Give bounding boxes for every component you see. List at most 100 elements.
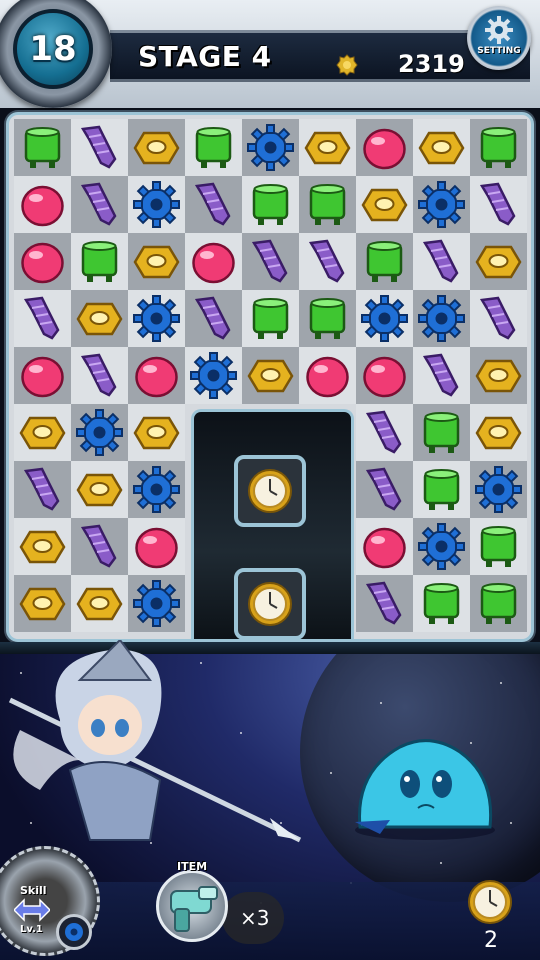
piece-green-canister[interactable] [470,119,527,176]
setting-label: SETTING [477,46,521,56]
piece-purple-screw[interactable] [71,176,128,233]
piece-blue-cog[interactable] [185,347,242,404]
skill-cog-icon [56,914,92,950]
moves-counter: 18 [0,0,112,108]
clock-target-tile[interactable] [234,455,306,527]
skill-level: Lv.1 [20,924,43,935]
piece-red-drop[interactable] [356,347,413,404]
item-button[interactable] [156,870,228,942]
piece-green-canister[interactable] [413,404,470,461]
piece-red-drop[interactable] [299,347,356,404]
piece-purple-screw[interactable] [356,461,413,518]
piece-red-drop[interactable] [128,347,185,404]
piece-green-canister[interactable] [185,119,242,176]
stage-title: STAGE 4 [138,40,272,73]
top-hud: 18 STAGE 4 2319 SETTING [0,0,540,108]
piece-green-canister[interactable] [299,290,356,347]
star [500,682,502,684]
piece-yellow-nut[interactable] [470,404,527,461]
piece-blue-cog[interactable] [413,176,470,233]
piece-green-canister[interactable] [71,233,128,290]
piece-green-canister[interactable] [470,518,527,575]
piece-green-canister[interactable] [413,575,470,632]
piece-yellow-nut[interactable] [128,233,185,290]
piece-green-canister[interactable] [242,290,299,347]
piece-green-canister[interactable] [14,119,71,176]
piece-yellow-nut[interactable] [242,347,299,404]
piece-purple-screw[interactable] [242,233,299,290]
hero-knight-character [8,640,302,843]
piece-yellow-nut[interactable] [470,233,527,290]
piece-green-canister[interactable] [356,233,413,290]
piece-purple-screw[interactable] [71,518,128,575]
piece-blue-cog[interactable] [413,518,470,575]
piece-blue-cog[interactable] [242,119,299,176]
puzzle-board[interactable] [6,112,534,642]
piece-yellow-nut[interactable] [71,290,128,347]
piece-blue-cog[interactable] [356,290,413,347]
piece-green-canister[interactable] [413,461,470,518]
piece-yellow-nut[interactable] [71,575,128,632]
piece-purple-screw[interactable] [185,176,242,233]
piece-blue-cog[interactable] [128,290,185,347]
piece-yellow-nut[interactable] [413,119,470,176]
piece-yellow-nut[interactable] [71,461,128,518]
star [330,772,332,774]
clock-icon [248,469,292,513]
piece-purple-screw[interactable] [413,347,470,404]
piece-purple-screw[interactable] [470,290,527,347]
piece-yellow-nut[interactable] [14,575,71,632]
piece-purple-screw[interactable] [14,461,71,518]
star [380,702,382,704]
piece-yellow-nut[interactable] [14,518,71,575]
item-count: ×3 [240,906,270,930]
piece-red-drop[interactable] [185,233,242,290]
star [440,862,442,864]
piece-purple-screw[interactable] [413,233,470,290]
star [510,822,512,824]
piece-purple-screw[interactable] [71,119,128,176]
piece-red-drop[interactable] [14,347,71,404]
item-label: ITEM [177,860,208,873]
gear-icon [485,16,513,44]
piece-blue-cog[interactable] [71,404,128,461]
blaster-item-icon [170,886,218,932]
moves-left-value: 18 [29,29,77,69]
piece-purple-screw[interactable] [356,404,413,461]
piece-purple-screw[interactable] [185,290,242,347]
piece-green-canister[interactable] [470,575,527,632]
slime-monster [355,739,495,840]
clock-target-tile[interactable] [234,568,306,639]
piece-yellow-nut[interactable] [14,404,71,461]
piece-yellow-nut[interactable] [470,347,527,404]
piece-blue-cog[interactable] [413,290,470,347]
piece-yellow-nut[interactable] [356,176,413,233]
piece-blue-cog[interactable] [470,461,527,518]
clock-icon [248,582,292,626]
piece-red-drop[interactable] [128,518,185,575]
piece-red-drop[interactable] [356,119,413,176]
piece-purple-screw[interactable] [299,233,356,290]
skill-label: Skill [20,884,47,897]
skill-arrows-icon [14,898,50,922]
piece-blue-cog[interactable] [128,461,185,518]
piece-green-canister[interactable] [242,176,299,233]
coin-icon [336,54,358,76]
piece-yellow-nut[interactable] [128,119,185,176]
moves-counter-face: 18 [13,9,93,89]
piece-red-drop[interactable] [356,518,413,575]
piece-blue-cog[interactable] [128,176,185,233]
piece-purple-screw[interactable] [71,347,128,404]
piece-yellow-nut[interactable] [128,404,185,461]
piece-yellow-nut[interactable] [299,119,356,176]
setting-button[interactable]: SETTING [467,6,531,70]
piece-purple-screw[interactable] [14,290,71,347]
piece-blue-cog[interactable] [128,575,185,632]
piece-red-drop[interactable] [14,176,71,233]
piece-purple-screw[interactable] [470,176,527,233]
clock-goal-count: 2 [484,928,498,953]
piece-purple-screw[interactable] [356,575,413,632]
piece-red-drop[interactable] [14,233,71,290]
clock-icon [468,880,512,924]
piece-green-canister[interactable] [299,176,356,233]
